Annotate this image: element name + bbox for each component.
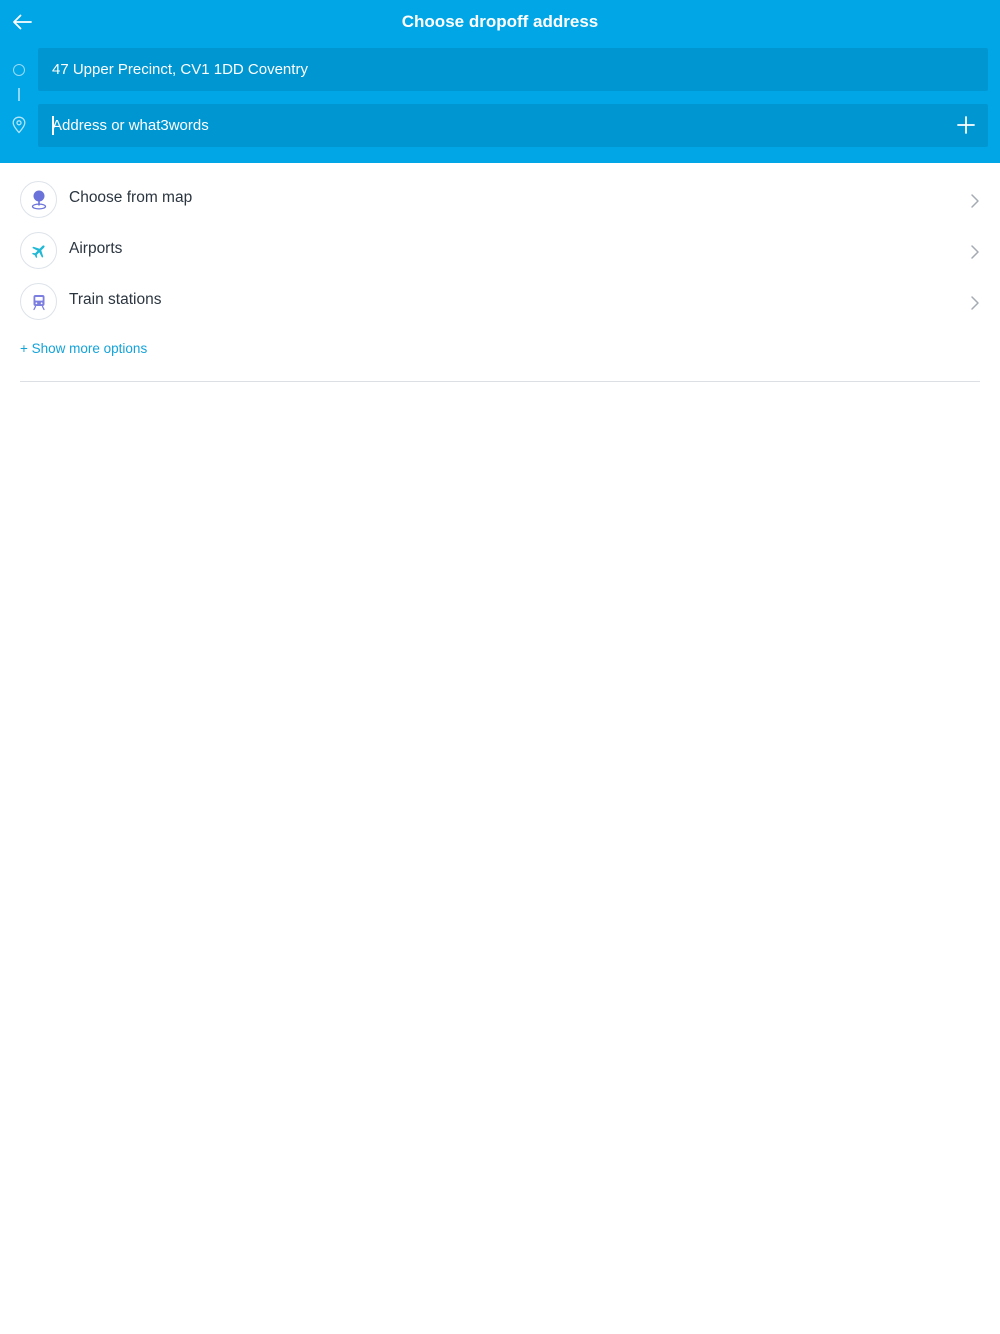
train-icon (20, 283, 57, 320)
origin-circle-icon (13, 64, 25, 76)
option-label: Choose from map (69, 189, 193, 206)
divider (20, 381, 980, 382)
route-connector-line (18, 88, 20, 101)
show-more-options-link[interactable]: + Show more options (20, 340, 147, 358)
option-airports[interactable]: Airports (0, 224, 1000, 275)
dropoff-address-input[interactable] (52, 117, 932, 134)
airplane-icon (20, 232, 57, 269)
map-pin-icon (20, 181, 57, 218)
page-title: Choose dropoff address (401, 12, 599, 31)
dropoff-address-field[interactable] (38, 104, 988, 147)
text-cursor (52, 116, 54, 135)
chevron-right-icon (971, 194, 979, 208)
location-pin-icon (12, 116, 26, 134)
chevron-right-icon (971, 245, 979, 259)
header-bar: Choose dropoff address 47 Upper Precinct… (0, 0, 1000, 163)
option-choose-from-map[interactable]: Choose from map (0, 173, 1000, 224)
pickup-address-field[interactable]: 47 Upper Precinct, CV1 1DD Coventry (38, 48, 988, 91)
options-list: Choose from map Airports Train stations (0, 173, 1000, 326)
plus-icon[interactable] (956, 115, 976, 135)
chevron-right-icon (971, 296, 979, 310)
option-label: Airports (69, 240, 123, 257)
pickup-address-value: 47 Upper Precinct, CV1 1DD Coventry (52, 60, 308, 78)
option-label: Train stations (69, 291, 162, 308)
option-train-stations[interactable]: Train stations (0, 275, 1000, 326)
